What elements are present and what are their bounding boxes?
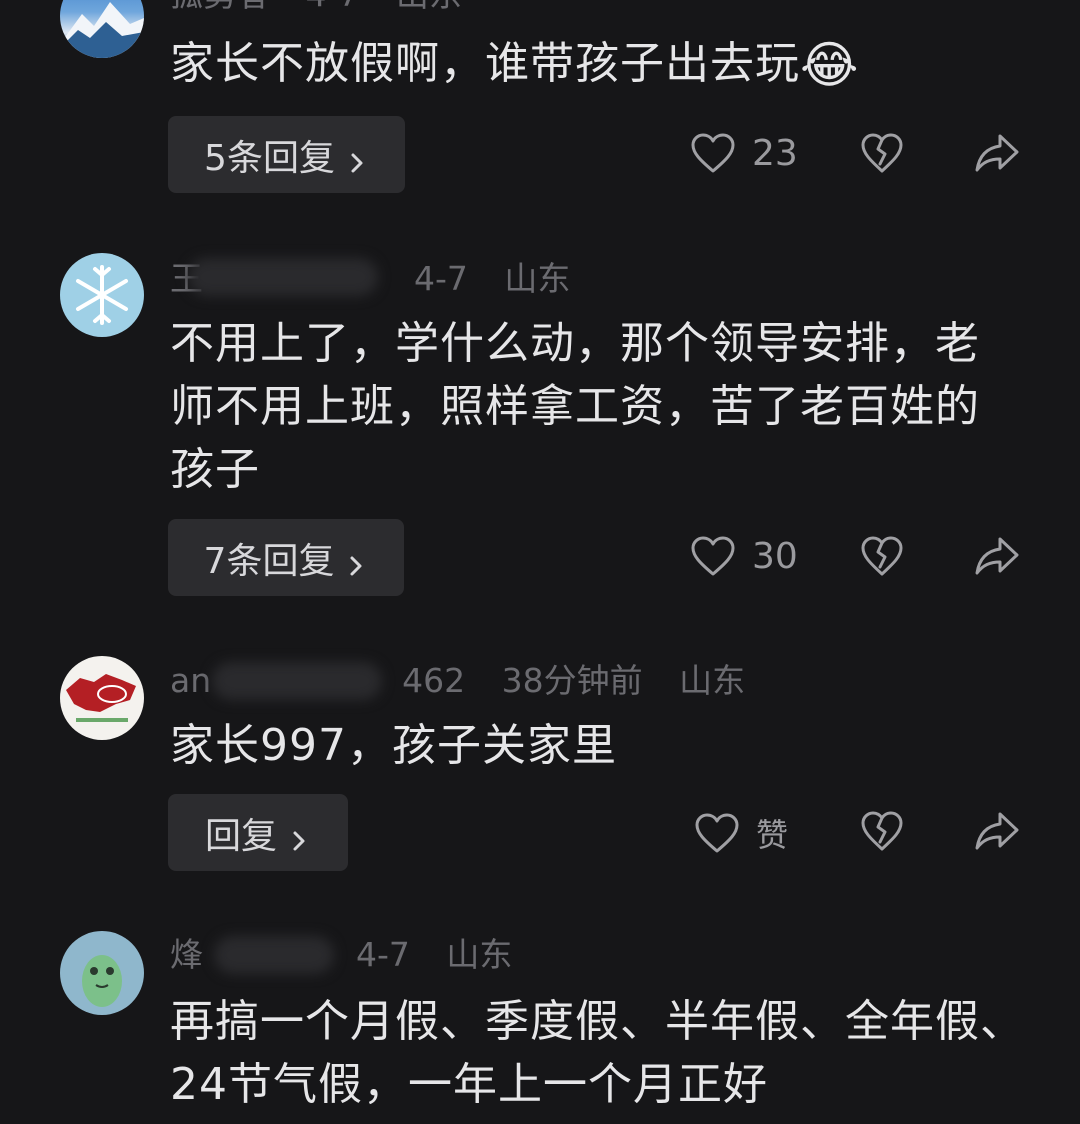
comment-region: 山东 [679, 661, 746, 700]
chevron-right-icon [344, 546, 368, 575]
view-replies-button[interactable]: 7条回复 [168, 519, 404, 596]
share-arrow-icon [974, 132, 1020, 174]
broken-heart-icon [860, 535, 904, 577]
comment-text-body: 家长不放假啊，谁带孩子出去玩 [170, 38, 800, 89]
username[interactable]: 孤勇者 [170, 0, 269, 11]
heart-icon [690, 535, 736, 577]
comment-date: 4-7 [306, 0, 360, 11]
heart-icon [690, 132, 736, 174]
like-button[interactable]: 23 [690, 132, 798, 174]
comment-text: 再搞一个月假、季度假、半年假、全年假、24节气假，一年上一个月正好 [170, 996, 1025, 1110]
green-creature-icon [82, 955, 122, 1007]
reply-button-label: 7条回复 [203, 540, 335, 582]
user-avatar[interactable] [60, 931, 144, 1015]
comment-date: 4-7 [414, 259, 468, 298]
share-button[interactable] [974, 132, 1020, 174]
comment-meta: 孤勇者 4-7 山东 [170, 0, 462, 11]
heart-icon [694, 812, 740, 854]
redacted-name [212, 662, 382, 700]
share-arrow-icon [974, 810, 1020, 852]
reply-button[interactable]: 回复 [168, 794, 348, 871]
like-button[interactable]: 赞 [694, 810, 788, 856]
like-count: 30 [752, 535, 798, 577]
user-avatar[interactable] [60, 656, 144, 740]
comment-date: 38分钟前 [501, 661, 643, 700]
comment-text: 不用上了，学什么动，那个领导安排，老师不用上班，照样拿工资，苦了老百姓的孩子 [170, 318, 980, 495]
chevron-right-icon [287, 821, 311, 850]
snowflake-icon [76, 265, 128, 325]
dislike-button[interactable] [860, 810, 904, 852]
dislike-button[interactable] [860, 132, 904, 174]
user-avatar[interactable] [60, 253, 144, 337]
comment-text: 家长997，孩子关家里 [170, 720, 617, 771]
like-button[interactable]: 30 [690, 535, 798, 577]
redacted-name [188, 258, 378, 296]
username[interactable]: 烽 [170, 938, 203, 971]
comment-region: 山东 [504, 259, 571, 298]
share-button[interactable] [974, 535, 1020, 577]
user-avatar[interactable] [60, 0, 144, 58]
view-replies-button[interactable]: 5条回复 [168, 116, 405, 193]
comment-text: 家长不放假啊，谁带孩子出去玩😂 [170, 32, 1030, 97]
mountain-icon [60, 2, 144, 58]
share-button[interactable] [974, 810, 1020, 852]
broken-heart-icon [860, 132, 904, 174]
like-label: 赞 [756, 816, 789, 854]
reply-button-label: 回复 [204, 815, 277, 857]
comment-region: 山东 [446, 935, 513, 974]
username[interactable]: an [170, 664, 211, 697]
redacted-name [214, 936, 334, 974]
share-arrow-icon [974, 535, 1020, 577]
like-count: 23 [752, 132, 798, 174]
comment-feed: 孤勇者 4-7 山东 家长不放假啊，谁带孩子出去玩😂 5条回复 23 [0, 0, 1080, 1124]
dislike-button[interactable] [860, 535, 904, 577]
laughing-crying-emoji-icon: 😂 [800, 36, 860, 94]
comment-region: 山东 [396, 0, 462, 11]
chevron-right-icon [345, 143, 369, 172]
username-tail[interactable]: 462 [402, 664, 465, 697]
comment-date: 4-7 [356, 935, 410, 974]
map-icon [66, 674, 136, 722]
broken-heart-icon [860, 810, 904, 852]
reply-button-label: 5条回复 [204, 137, 335, 179]
